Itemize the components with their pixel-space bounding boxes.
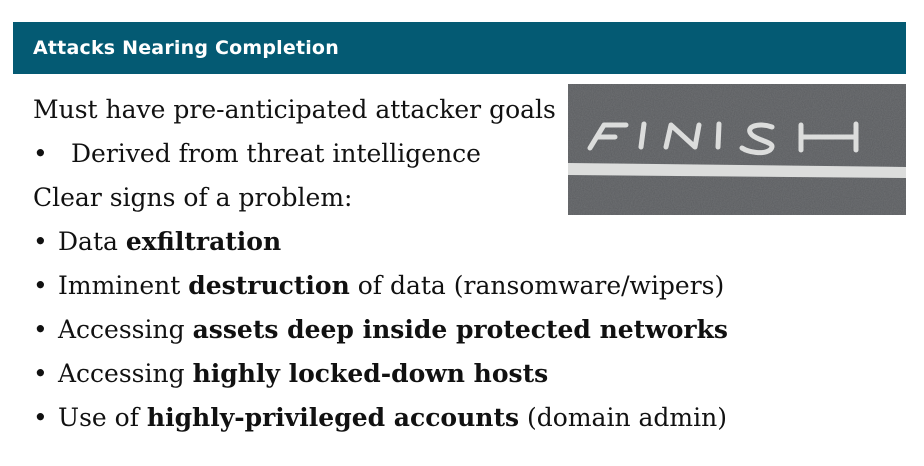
slide-title-bar: Attacks Nearing Completion (13, 22, 906, 74)
line-text: Imminent (58, 271, 189, 300)
bullet-item: • Imminent destruction of data (ransomwar… (33, 264, 773, 308)
bullet-item: • Accessing highly locked-down hosts (33, 352, 773, 396)
bullet-icon: • (33, 315, 48, 344)
bold-text: exfiltration (125, 227, 282, 256)
bullet-item: • Use of highly-privileged accounts (doma… (33, 396, 773, 440)
line-text: Use of (58, 403, 147, 432)
bullet-icon: • (33, 139, 48, 168)
bullet-item: • Data exfiltration (33, 220, 773, 264)
line-text: Accessing (58, 315, 193, 344)
bold-text: assets deep inside protected networks (192, 315, 728, 344)
bold-text: destruction (188, 271, 350, 300)
line-text: Accessing (58, 359, 193, 388)
line-text: Data (58, 227, 126, 256)
bold-text: highly-privileged accounts (146, 403, 520, 432)
bullet-icon: • (33, 227, 48, 256)
line-text: Must have pre-anticipated attacker goals (33, 95, 556, 124)
asphalt-image (568, 84, 906, 215)
finish-line-photo (568, 84, 906, 215)
line-text: (domain admin) (519, 403, 727, 432)
bullet-icon: • (33, 403, 48, 432)
bold-text: highly locked-down hosts (192, 359, 549, 388)
bullet-item: • Accessing assets deep inside protected … (33, 308, 773, 352)
bullet-icon: • (33, 271, 48, 300)
line-text: Derived from threat intelligence (71, 139, 481, 168)
line-text: of data (ransomware/wipers) (349, 271, 725, 300)
bullet-icon: • (33, 359, 48, 388)
line-text: Clear signs of a problem: (33, 183, 353, 212)
slide-title: Attacks Nearing Completion (33, 37, 339, 59)
